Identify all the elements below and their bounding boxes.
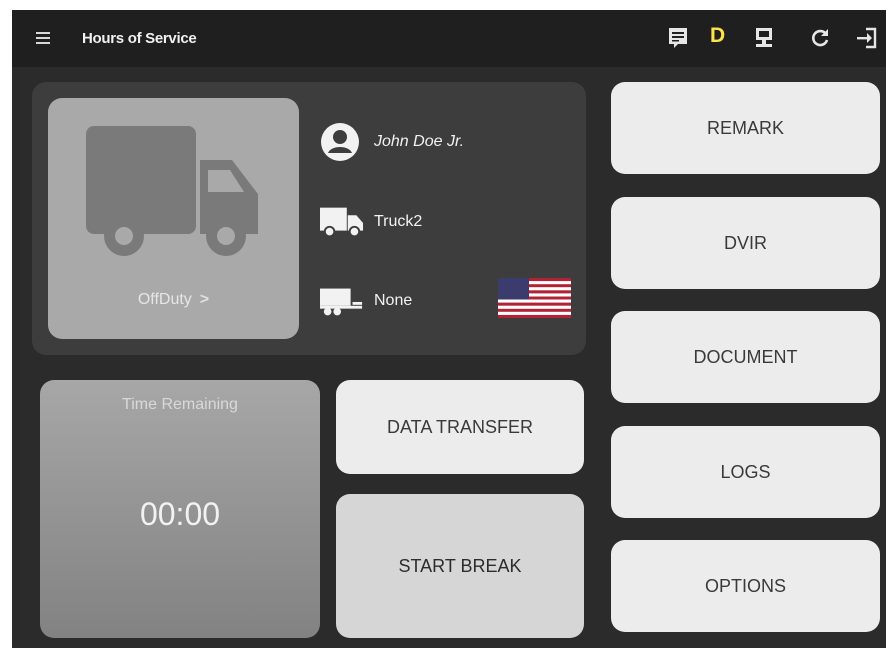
vehicle-name: Truck2 xyxy=(374,213,423,230)
duty-status-tile[interactable]: OffDuty > xyxy=(48,98,299,339)
trailer-icon xyxy=(320,282,364,320)
vehicle-truck-icon xyxy=(320,203,364,241)
time-remaining-panel: Time Remaining 00:00 xyxy=(40,380,320,638)
options-button[interactable]: OPTIONS xyxy=(611,540,880,632)
user-icon xyxy=(320,123,364,161)
time-remaining-label: Time Remaining xyxy=(122,396,238,413)
us-flag-icon xyxy=(498,278,571,318)
menu-icon[interactable] xyxy=(36,32,50,44)
app-window: Hours of Service D OffDuty > John Doe Jr… xyxy=(12,10,886,648)
trailer-name: None xyxy=(374,292,413,309)
driver-info-card: OffDuty > John Doe Jr. Truck2 None xyxy=(32,82,586,355)
trailer-row[interactable]: None xyxy=(320,281,412,321)
dvir-button[interactable]: DVIR xyxy=(611,197,880,289)
time-remaining-value: 00:00 xyxy=(139,496,221,532)
driver-row[interactable]: John Doe Jr. xyxy=(320,122,464,162)
duty-status-indicator[interactable]: D xyxy=(710,24,725,48)
duty-status-label: OffDuty > xyxy=(48,291,299,309)
eld-device-icon[interactable] xyxy=(752,26,776,50)
top-bar: Hours of Service D xyxy=(12,10,886,67)
document-button[interactable]: DOCUMENT xyxy=(611,311,880,403)
duty-status-text: OffDuty xyxy=(137,291,192,308)
data-transfer-button[interactable]: DATA TRANSFER xyxy=(336,380,584,474)
page-title: Hours of Service xyxy=(82,30,197,47)
driver-name: John Doe Jr. xyxy=(374,133,465,150)
logout-icon[interactable] xyxy=(854,26,878,50)
logs-button[interactable]: LOGS xyxy=(611,426,880,518)
message-icon[interactable] xyxy=(666,26,690,50)
refresh-icon[interactable] xyxy=(808,26,832,50)
vehicle-row[interactable]: Truck2 xyxy=(320,202,422,242)
truck-icon xyxy=(86,126,258,256)
start-break-button[interactable]: START BREAK xyxy=(336,494,584,638)
remark-button[interactable]: REMARK xyxy=(611,82,880,174)
chevron-right-icon: > xyxy=(199,291,210,308)
